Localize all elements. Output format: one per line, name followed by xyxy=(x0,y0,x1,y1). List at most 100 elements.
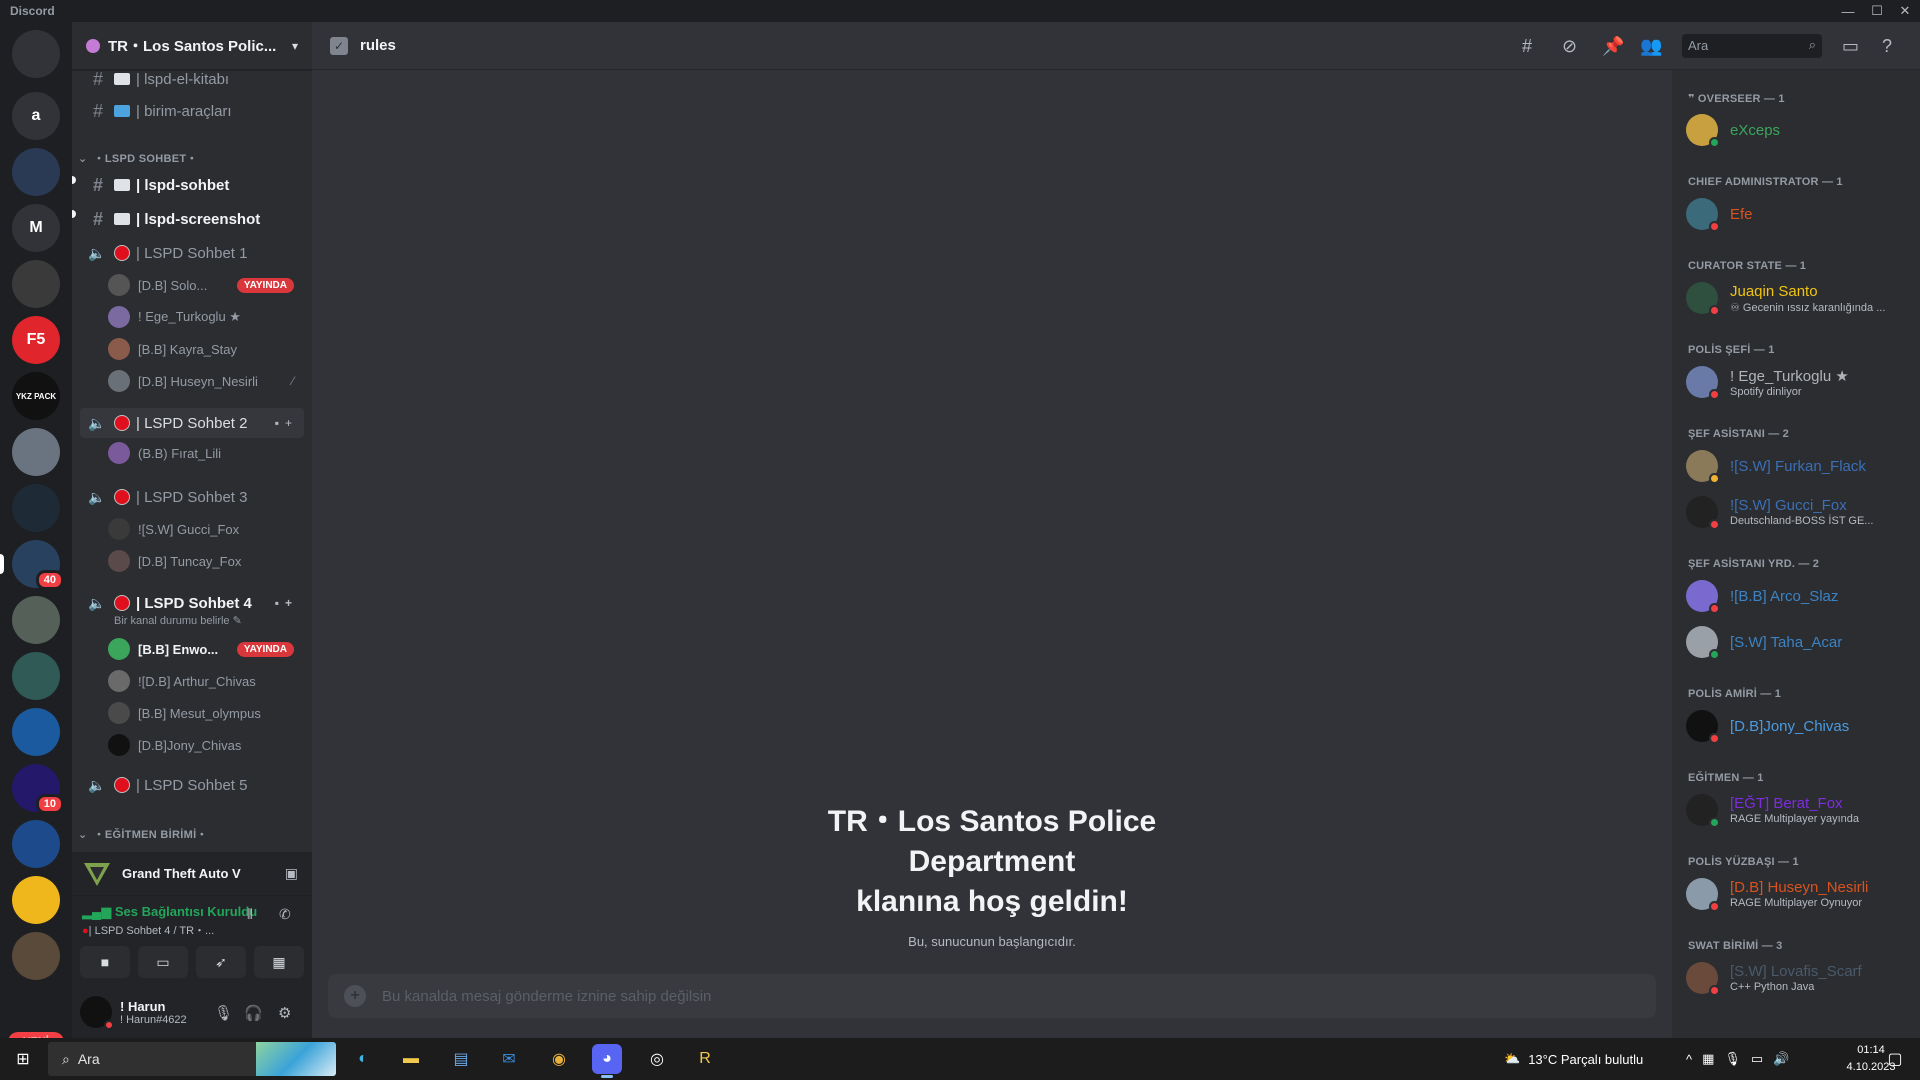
maximize-icon[interactable]: ☐ xyxy=(1862,0,1892,22)
add-member-icon[interactable]: + xyxy=(285,596,298,610)
channel-lspd-sohbet[interactable]: # | lspd-sohbet xyxy=(80,170,304,200)
member-list-icon[interactable]: 👥 xyxy=(1640,36,1662,57)
add-attachment-icon[interactable]: + xyxy=(344,985,366,1007)
server-icon[interactable] xyxy=(12,148,60,196)
store-icon[interactable]: ▤ xyxy=(446,1044,476,1074)
activity-button[interactable]: ➶ xyxy=(196,946,246,978)
server-icon[interactable] xyxy=(12,652,60,700)
channel-lspd-el-kitabi[interactable]: # | lspd-el-kitabı xyxy=(80,70,304,94)
server-icon[interactable] xyxy=(12,428,60,476)
server-icon[interactable] xyxy=(12,596,60,644)
inbox-icon[interactable]: ▭ xyxy=(1842,36,1859,57)
server-icon[interactable]: 10 xyxy=(12,764,64,814)
screen-share-icon[interactable]: ▣ xyxy=(285,865,298,882)
channel-tools[interactable]: ▪+ xyxy=(275,416,298,430)
chevron-up-icon[interactable]: ^ xyxy=(1686,1052,1702,1067)
category-lspd-sohbet[interactable]: ⌄ ・LSPD SOHBET・ xyxy=(78,150,198,166)
edge-icon[interactable]: ◐ xyxy=(348,1044,378,1074)
close-icon[interactable]: ✕ xyxy=(1890,0,1920,22)
channel-tools[interactable]: ▪+ xyxy=(275,596,298,610)
server-header[interactable]: TR・Los Santos Polic... ▾ xyxy=(72,22,312,70)
voice-user[interactable]: [D.B] Huseyn_Nesirli ⁄ xyxy=(108,368,308,394)
windows-start-icon[interactable]: ⊞ xyxy=(8,1044,38,1074)
server-icon[interactable] xyxy=(12,708,60,756)
server-icon[interactable]: YKZ PACK xyxy=(12,372,60,420)
server-icon[interactable] xyxy=(12,876,60,924)
server-icon[interactable] xyxy=(12,932,60,980)
discord-taskbar-icon[interactable]: ◕ xyxy=(592,1044,622,1078)
server-icon[interactable] xyxy=(12,820,60,868)
voice-channel-info[interactable]: ●| LSPD Sohbet 4 / TR・... xyxy=(82,922,214,938)
server-icon[interactable]: F5 xyxy=(12,316,60,364)
soundboard-button[interactable]: ▦ xyxy=(254,946,304,978)
message-composer[interactable]: + Bu kanalda mesaj gönderme iznine sahip… xyxy=(328,974,1656,1018)
search-input[interactable]: Ara ⌕ xyxy=(1682,34,1822,58)
screen-share-button[interactable]: ▭ xyxy=(138,946,188,978)
minimize-icon[interactable]: — xyxy=(1833,0,1863,22)
voice-user[interactable]: [D.B]Jony_Chivas xyxy=(108,732,308,758)
voice-user[interactable]: (B.B) Fırat_Lili xyxy=(108,440,308,466)
member-item[interactable]: [EĞT] Berat_Fox RAGE Multiplayer yayında xyxy=(1686,790,1916,830)
server-icon[interactable]: a xyxy=(12,92,60,140)
server-icon[interactable] xyxy=(12,30,60,78)
member-item[interactable]: ! Ege_Turkoglu ★ Spotify dinliyor xyxy=(1686,362,1916,402)
activity-bar[interactable]: Grand Theft Auto V ▣ xyxy=(72,852,312,896)
member-item[interactable]: Juaqin Santo ♾ Gecenin ıssız karanlığında… xyxy=(1686,278,1916,318)
voice-user[interactable]: [D.B] Solo... YAYINDA xyxy=(108,272,308,298)
member-item[interactable]: [S.W] Lovafis_Scarf C++ Python Java xyxy=(1686,958,1916,998)
voice-channel-lspd-sohbet-1[interactable]: 🔈 | LSPD Sohbet 1 xyxy=(80,238,304,268)
member-item[interactable]: [S.W] Taha_Acar xyxy=(1686,622,1916,662)
voice-channel-lspd-sohbet-5[interactable]: 🔈 | LSPD Sohbet 5 xyxy=(80,770,304,800)
member-item[interactable]: ![S.W] Furkan_Flack xyxy=(1686,446,1916,486)
headphones-icon[interactable]: 🎧 xyxy=(244,1004,263,1022)
voice-status[interactable]: ▂▄▆ Ses Bağlantısı Kuruldu xyxy=(82,904,257,920)
disconnect-icon[interactable]: ✆ xyxy=(279,906,291,923)
add-member-icon[interactable]: + xyxy=(285,416,298,430)
voice-user[interactable]: [B.B] Kayra_Stay xyxy=(108,336,308,362)
chrome-icon[interactable]: ◉ xyxy=(544,1044,574,1074)
mail-icon[interactable]: ✉ xyxy=(494,1044,524,1074)
system-tray[interactable]: ^ ▦ 🎙 ▭ 🔊 xyxy=(1686,1038,1799,1080)
camera-button[interactable]: ■ xyxy=(80,946,130,978)
voice-user[interactable]: ![S.W] Gucci_Fox xyxy=(108,516,308,542)
category-egitmen-birimi[interactable]: ⌄ ・EĞİTMEN BİRİMİ・ xyxy=(78,826,208,842)
chevron-down-icon[interactable]: ▾ xyxy=(292,39,298,53)
chat-icon[interactable]: ▪ xyxy=(275,416,285,430)
server-icon[interactable]: M xyxy=(12,204,60,252)
help-icon[interactable]: ? xyxy=(1882,36,1892,57)
taskbar-search[interactable]: ⌕ Ara xyxy=(48,1042,336,1076)
channel-status[interactable]: Bir kanal durumu belirle ✎ xyxy=(114,614,242,627)
voice-user[interactable]: [D.B] Tuncay_Fox xyxy=(108,548,308,574)
member-item[interactable]: ![B.B] Arco_Slaz xyxy=(1686,576,1916,616)
channel-birim-araclari[interactable]: # | birim-araçları xyxy=(80,96,304,126)
member-item[interactable]: ![S.W] Gucci_Fox Deutschland-BOSS İST GE.… xyxy=(1686,492,1916,532)
server-icon[interactable] xyxy=(12,260,60,308)
server-icon[interactable]: 40 xyxy=(12,540,64,590)
member-item[interactable]: [D.B] Huseyn_Nesirli RAGE Multiplayer Oyn… xyxy=(1686,874,1916,914)
notification-bell-icon[interactable]: ⊘ xyxy=(1562,36,1577,57)
server-icon[interactable] xyxy=(12,484,60,532)
file-explorer-icon[interactable]: ▬ xyxy=(396,1044,426,1074)
chat-icon[interactable]: ▪ xyxy=(275,596,285,610)
rockstar-icon[interactable]: R xyxy=(690,1044,720,1074)
microphone-icon[interactable]: 🎙 xyxy=(214,1004,233,1022)
member-item[interactable]: eXceps xyxy=(1686,110,1916,150)
volume-icon[interactable]: 🔊 xyxy=(1773,1051,1799,1067)
noise-suppression-icon[interactable]: ⫴ xyxy=(247,906,253,923)
wifi-icon[interactable]: ▭ xyxy=(1751,1051,1773,1067)
voice-channel-lspd-sohbet-2[interactable]: 🔈 | LSPD Sohbet 2 ▪+ xyxy=(80,408,304,438)
steam-icon[interactable]: ◎ xyxy=(642,1044,672,1074)
member-item[interactable]: [D.B]Jony_Chivas xyxy=(1686,706,1916,746)
gear-icon[interactable]: ⚙ xyxy=(278,1004,291,1022)
network-icon[interactable]: ▦ xyxy=(1702,1051,1724,1067)
channel-lspd-screenshot[interactable]: # | lspd-screenshot xyxy=(80,204,304,234)
threads-icon[interactable]: # xyxy=(1522,36,1532,57)
microphone-icon[interactable]: 🎙 xyxy=(1724,1051,1751,1067)
member-item[interactable]: Efe xyxy=(1686,194,1916,234)
voice-channel-lspd-sohbet-3[interactable]: 🔈 | LSPD Sohbet 3 xyxy=(80,482,304,512)
voice-user[interactable]: [B.B] Enwo... YAYINDA xyxy=(108,636,308,662)
voice-user[interactable]: ![D.B] Arthur_Chivas xyxy=(108,668,308,694)
voice-user[interactable]: [B.B] Mesut_olympus xyxy=(108,700,308,726)
weather-widget[interactable]: ⛅ 13°C Parçalı bulutlu xyxy=(1504,1038,1643,1080)
user-info[interactable]: ! Harun ! Harun#4622 xyxy=(120,999,187,1026)
